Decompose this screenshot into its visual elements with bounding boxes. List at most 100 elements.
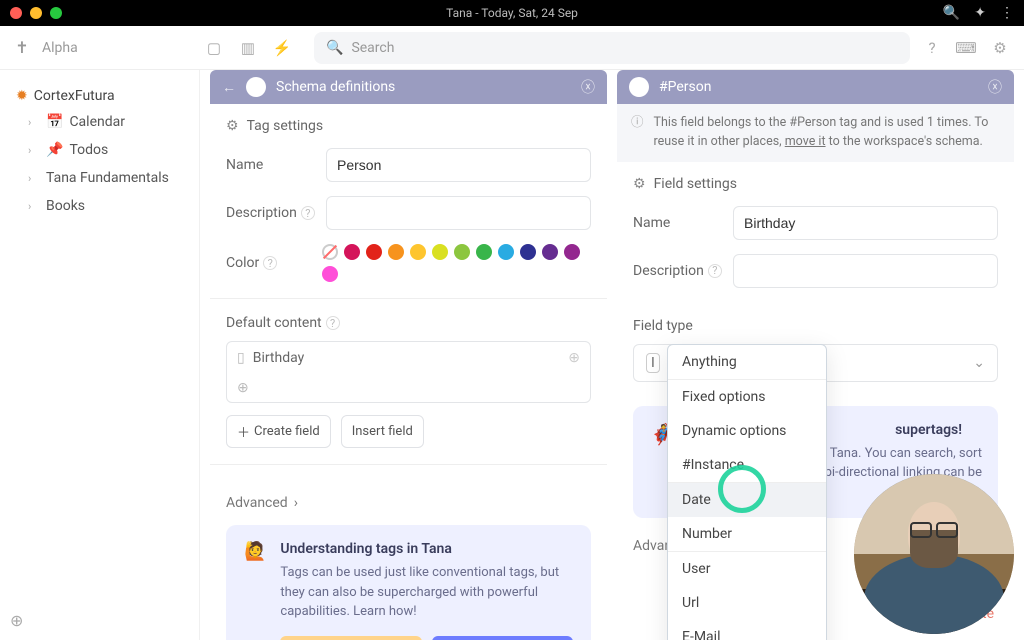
tip-emoji-icon: 🙋 bbox=[244, 541, 266, 640]
pane-header: ← ✦ Schema definitions ⓧ bbox=[210, 70, 607, 104]
calendar-icon[interactable]: ▥ bbox=[236, 36, 260, 60]
chevron-right-icon: › bbox=[28, 144, 40, 157]
ft-option-fixed[interactable]: Fixed options bbox=[668, 380, 826, 414]
chevron-right-icon: › bbox=[28, 116, 40, 129]
color-swatch[interactable] bbox=[432, 244, 448, 260]
move-it-link[interactable]: move it bbox=[785, 134, 826, 149]
color-none[interactable] bbox=[322, 244, 338, 260]
bolt-icon[interactable]: ⚡ bbox=[270, 36, 294, 60]
ft-option-email[interactable]: E-Mail bbox=[668, 620, 826, 640]
color-swatch[interactable] bbox=[520, 244, 536, 260]
node-icon: ✦ bbox=[246, 77, 266, 97]
color-swatch[interactable] bbox=[410, 244, 426, 260]
item-emoji: 📅 bbox=[46, 114, 63, 130]
default-content-item[interactable]: ▯ Birthday ⊕ bbox=[227, 342, 590, 374]
ft-option-number[interactable]: Number bbox=[668, 517, 826, 551]
color-label: Color ? bbox=[226, 255, 312, 271]
zoom-icon[interactable]: 🔍 bbox=[943, 5, 960, 21]
panel-toggle-icon[interactable]: ▢ bbox=[202, 36, 226, 60]
close-icon[interactable]: ⓧ bbox=[581, 77, 595, 97]
field-name-input[interactable] bbox=[733, 206, 998, 240]
workspace-name[interactable]: Alpha bbox=[42, 40, 192, 56]
root-label: CortexFutura bbox=[34, 88, 115, 104]
back-icon[interactable]: ← bbox=[222, 79, 236, 96]
tip-due-date: 🕐 Due date bbox=[432, 636, 573, 640]
help-icon[interactable]: ? bbox=[326, 316, 340, 330]
description-label: Description ? bbox=[226, 205, 316, 221]
sidebar-root[interactable]: ✹ CortexFutura bbox=[10, 84, 189, 108]
name-input[interactable] bbox=[326, 148, 591, 182]
tip-body: Tags can be used just like conventional … bbox=[280, 563, 573, 622]
description-input[interactable] bbox=[326, 196, 591, 230]
item-label: Calendar bbox=[69, 114, 125, 130]
section-title: Field settings bbox=[654, 176, 737, 192]
sidebar-item-todos[interactable]: › 📌 Todos bbox=[10, 136, 189, 164]
keyboard-icon[interactable]: ⌨ bbox=[954, 36, 978, 60]
search-icon: 🔍 bbox=[326, 40, 343, 56]
titlebar: Tana - Today, Sat, 24 Sep 🔍 ✦ ⋮ bbox=[0, 0, 1024, 26]
gear-icon: ⚙ bbox=[226, 118, 239, 134]
window-title: Tana - Today, Sat, 24 Sep bbox=[446, 6, 578, 20]
info-icon: ⓘ bbox=[631, 114, 644, 152]
topbar: ✝ Alpha ▢ ▥ ⚡ 🔍 Search ? ⌨ ⚙ bbox=[0, 26, 1024, 70]
tip-card: 🙋 Understanding tags in Tana Tags can be… bbox=[226, 525, 591, 640]
chevron-down-icon: ⌄ bbox=[973, 355, 985, 371]
add-value-icon[interactable]: ⊕ bbox=[568, 350, 580, 366]
sidebar-item-calendar[interactable]: › 📅 Calendar bbox=[10, 108, 189, 136]
ft-option-dynamic[interactable]: Dynamic options bbox=[668, 414, 826, 448]
field-description-input[interactable] bbox=[733, 254, 998, 288]
ft-option-anything[interactable]: Anything bbox=[668, 345, 826, 379]
pane-title: Schema definitions bbox=[276, 79, 395, 95]
search-placeholder: Search bbox=[351, 40, 394, 56]
name-label: Name bbox=[633, 215, 723, 231]
insert-field-button[interactable]: Insert field bbox=[341, 415, 424, 448]
tip-title: Understanding tags in Tana bbox=[280, 541, 573, 557]
field-type-dropdown: Anything Fixed options Dynamic options #… bbox=[667, 344, 827, 640]
sidebar-item-books[interactable]: › Books bbox=[10, 192, 189, 220]
color-swatch[interactable] bbox=[344, 244, 360, 260]
color-swatch[interactable] bbox=[454, 244, 470, 260]
text-cursor-icon: I bbox=[646, 353, 660, 373]
settings-icon[interactable]: ⚙ bbox=[988, 36, 1012, 60]
info-bar: ⓘ This field belongs to the #Person tag … bbox=[617, 104, 1014, 162]
color-swatch[interactable] bbox=[322, 266, 338, 282]
app-logo-icon[interactable]: ✝ bbox=[12, 38, 32, 58]
color-swatch[interactable] bbox=[366, 244, 382, 260]
color-swatch[interactable] bbox=[564, 244, 580, 260]
window-controls bbox=[10, 7, 62, 19]
maximize-window[interactable] bbox=[50, 7, 62, 19]
advanced-toggle[interactable]: Advanced › bbox=[226, 495, 591, 511]
default-content-box: ▯ Birthday ⊕ ⊕ bbox=[226, 341, 591, 403]
create-field-button[interactable]: ＋Create field bbox=[226, 415, 331, 448]
close-icon[interactable]: ⓧ bbox=[988, 77, 1002, 97]
ft-option-date[interactable]: Date bbox=[668, 483, 826, 517]
color-swatch[interactable] bbox=[498, 244, 514, 260]
ft-option-url[interactable]: Url bbox=[668, 586, 826, 620]
search-input[interactable]: 🔍 Search bbox=[314, 32, 910, 64]
ft-option-user[interactable]: User bbox=[668, 552, 826, 586]
help-icon[interactable]: ? bbox=[301, 206, 315, 220]
color-swatch[interactable] bbox=[476, 244, 492, 260]
extension-icon[interactable]: ✦ bbox=[974, 5, 986, 21]
field-icon: ▯ bbox=[237, 350, 245, 366]
close-window[interactable] bbox=[10, 7, 22, 19]
minimize-window[interactable] bbox=[30, 7, 42, 19]
help-icon[interactable]: ? bbox=[263, 256, 277, 270]
help-icon[interactable]: ? bbox=[920, 36, 944, 60]
color-swatch[interactable] bbox=[542, 244, 558, 260]
ft-option-instance[interactable]: #Instance bbox=[668, 448, 826, 482]
sidebar-item-fundamentals[interactable]: › Tana Fundamentals bbox=[10, 164, 189, 192]
help-icon[interactable]: ? bbox=[708, 264, 722, 278]
chevron-right-icon: › bbox=[28, 200, 40, 213]
item-label: Tana Fundamentals bbox=[46, 170, 169, 186]
item-label: Books bbox=[46, 198, 85, 214]
default-content-label: Default content ? bbox=[226, 315, 591, 331]
info-text: This field belongs to the #Person tag an… bbox=[654, 114, 1000, 152]
section-title: Tag settings bbox=[247, 118, 324, 134]
sidebar-add-button[interactable]: ⊕ bbox=[10, 611, 23, 630]
sidebar: ✹ CortexFutura › 📅 Calendar › 📌 Todos › … bbox=[0, 70, 200, 640]
color-swatch[interactable] bbox=[388, 244, 404, 260]
color-picker bbox=[322, 244, 591, 282]
add-default-content[interactable]: ⊕ bbox=[227, 374, 590, 402]
menu-icon[interactable]: ⋮ bbox=[1000, 5, 1014, 21]
